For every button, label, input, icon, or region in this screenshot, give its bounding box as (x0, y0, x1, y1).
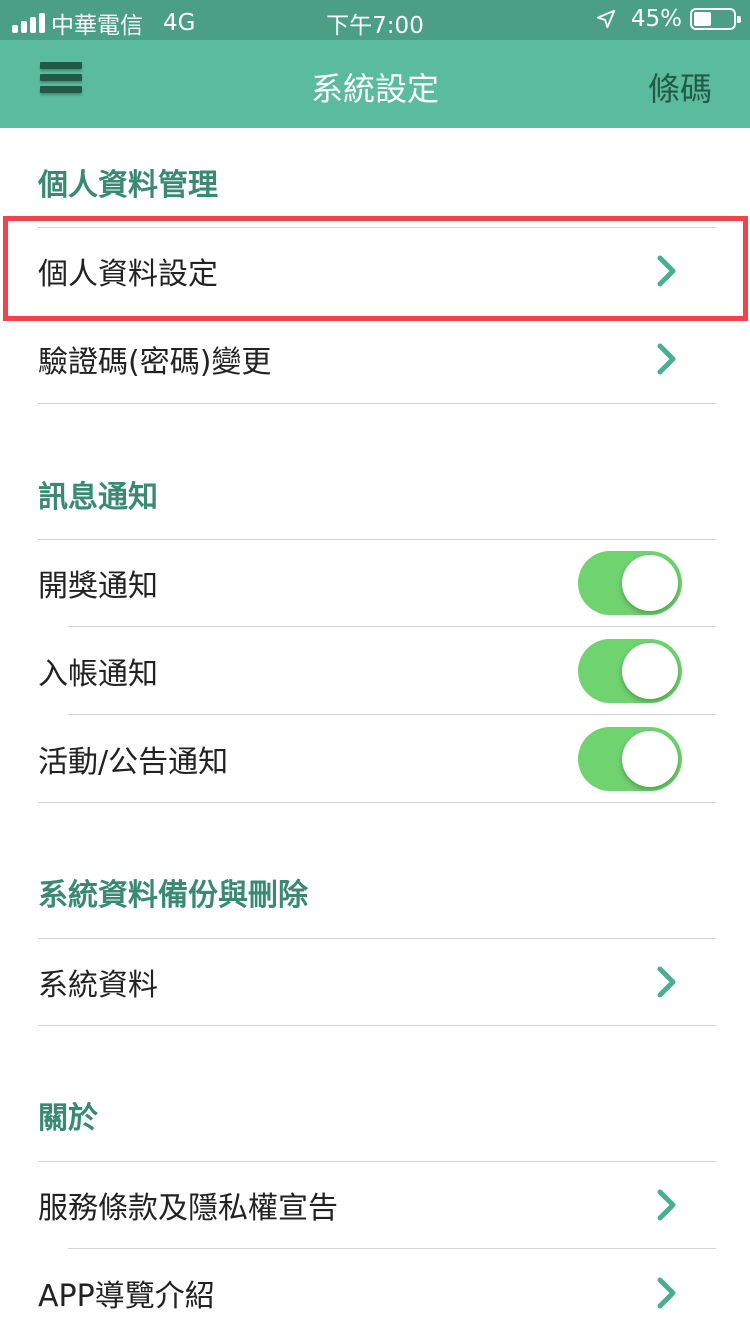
event-notification-toggle[interactable] (578, 727, 682, 791)
chevron-right-icon (657, 966, 676, 998)
battery-icon (690, 8, 741, 30)
list-item-app-tour[interactable]: APP導覽介紹 (38, 1249, 716, 1334)
list-item-deposit-notification: 入帳通知 (38, 627, 716, 715)
list-item-label: 驗證碼(密碼)變更 (38, 345, 272, 380)
list-item-personal-settings[interactable]: 個人資料設定 (38, 227, 716, 315)
battery-fill (694, 12, 711, 26)
list-item-label: APP導覽介紹 (38, 1279, 215, 1314)
chevron-right-icon (657, 343, 676, 375)
section-header-about: 關於 (38, 1101, 98, 1136)
barcode-button[interactable]: 條碼 (648, 64, 712, 110)
toggle-knob (622, 731, 678, 787)
nav-bar: 系統設定 條碼 (0, 40, 750, 128)
toggle-knob (622, 555, 678, 611)
deposit-notification-toggle[interactable] (578, 639, 682, 703)
list-item-label: 個人資料設定 (38, 257, 218, 292)
page-title: 系統設定 (310, 70, 439, 108)
chevron-right-icon (657, 1189, 676, 1221)
chevron-right-icon (657, 1277, 676, 1309)
battery-percent: 45% (630, 6, 682, 32)
divider (38, 802, 716, 803)
list-item-label: 服務條款及隱私權宣告 (38, 1191, 338, 1226)
list-item-lottery-notification: 開獎通知 (38, 539, 716, 627)
section-header-notifications: 訊息通知 (38, 480, 158, 515)
battery-tip (737, 16, 741, 23)
divider (38, 403, 716, 404)
chevron-right-icon (657, 255, 676, 287)
list-item-label: 系統資料 (38, 968, 158, 1003)
list-item-terms-privacy[interactable]: 服務條款及隱私權宣告 (38, 1161, 716, 1249)
list-item-event-notification: 活動/公告通知 (38, 715, 716, 803)
status-right: 45% (595, 6, 741, 32)
list-item-password-change[interactable]: 驗證碼(密碼)變更 (38, 315, 716, 403)
section-header-personal: 個人資料管理 (38, 168, 218, 203)
status-bar: 中華電信 4G 下午7:00 45% (0, 0, 750, 40)
section-header-backup: 系統資料備份與刪除 (38, 878, 308, 913)
toggle-knob (622, 643, 678, 699)
list-item-system-data[interactable]: 系統資料 (38, 938, 716, 1026)
divider (38, 1025, 716, 1026)
lottery-notification-toggle[interactable] (578, 551, 682, 615)
location-arrow-icon (596, 9, 616, 29)
